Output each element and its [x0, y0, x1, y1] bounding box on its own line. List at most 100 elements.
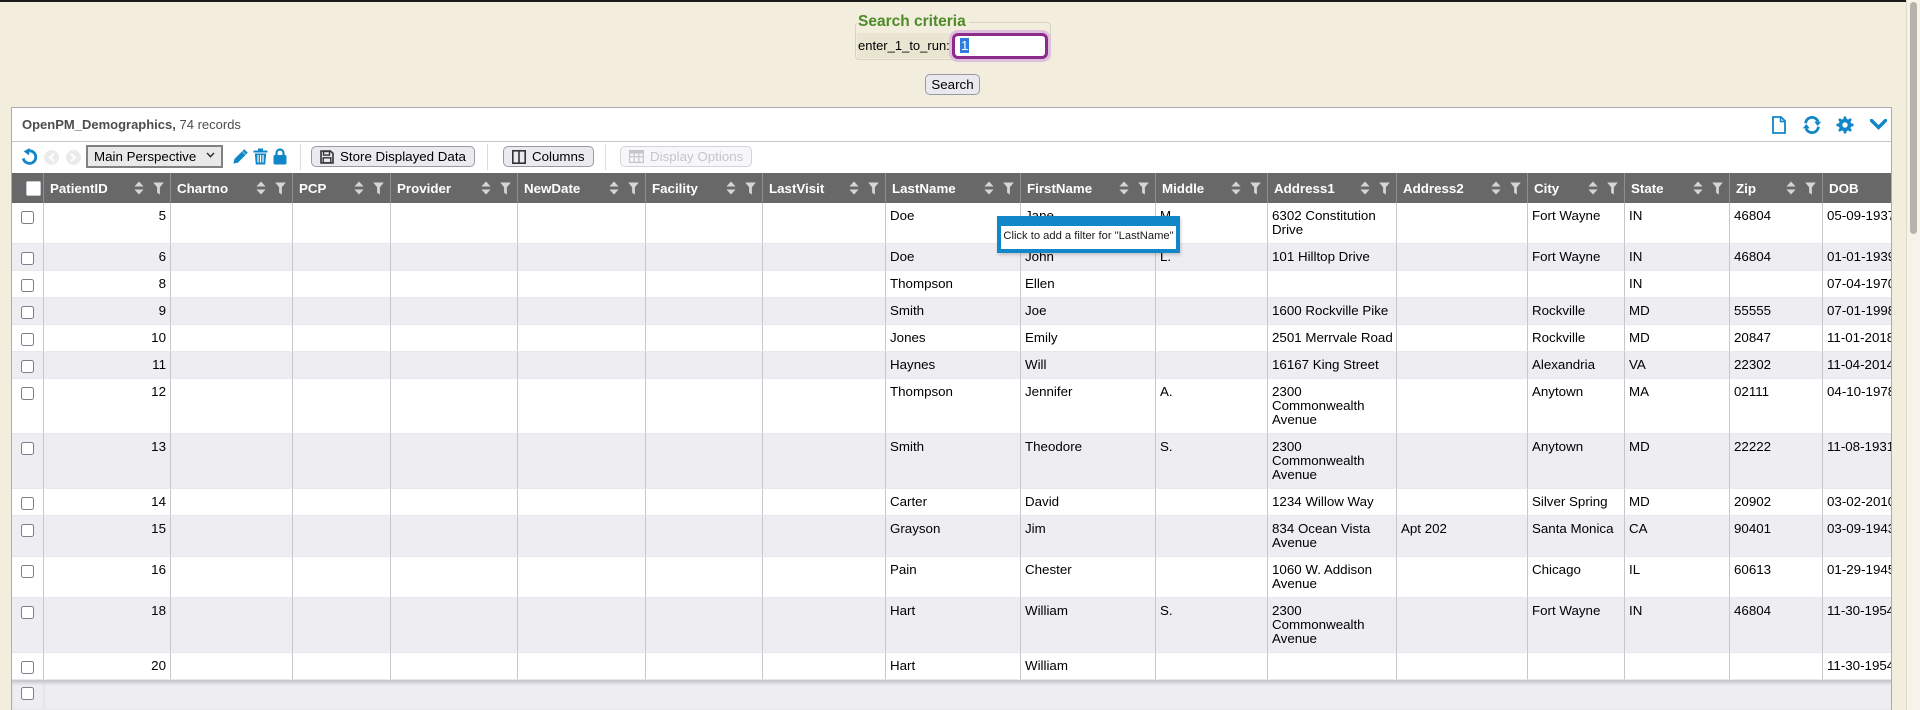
trash-icon[interactable]	[253, 148, 270, 165]
table-row[interactable]: 8ThompsonEllenIN07-04-1970	[12, 271, 1891, 298]
row-checkbox[interactable]	[21, 279, 34, 292]
sort-icon[interactable]	[1588, 182, 1598, 195]
filter-icon[interactable]	[373, 182, 384, 194]
filter-icon[interactable]	[153, 182, 164, 194]
row-checkbox[interactable]	[21, 211, 34, 224]
sort-icon[interactable]	[1786, 182, 1796, 195]
table-row[interactable]: 13SmithTheodoreS.2300 Commonwealth Avenu…	[12, 434, 1891, 489]
sort-icon[interactable]	[1360, 182, 1370, 195]
table-row[interactable]: 16PainChester1060 W. Addison AvenueChica…	[12, 557, 1891, 598]
columns-button[interactable]: Columns	[503, 146, 594, 167]
sort-icon[interactable]	[256, 182, 266, 195]
sort-icon[interactable]	[1491, 182, 1501, 195]
chevron-left-icon[interactable]	[44, 150, 59, 165]
column-header-city[interactable]: City	[1528, 173, 1625, 203]
row-checkbox[interactable]	[21, 524, 34, 537]
refresh-icon[interactable]	[1803, 116, 1821, 134]
sort-icon[interactable]	[1231, 182, 1241, 195]
column-header-address1[interactable]: Address1	[1268, 173, 1397, 203]
column-label: Address2	[1403, 181, 1464, 196]
column-header-patientid[interactable]: PatientID	[44, 173, 171, 203]
cell-address2	[1397, 352, 1528, 379]
filter-icon[interactable]	[745, 182, 756, 194]
pencil-icon[interactable]	[232, 148, 249, 165]
row-checkbox[interactable]	[21, 360, 34, 373]
filter-icon[interactable]	[1607, 182, 1618, 194]
sort-icon[interactable]	[1119, 182, 1129, 195]
sort-icon[interactable]	[1693, 182, 1703, 195]
filter-icon[interactable]	[1003, 182, 1014, 194]
column-header-firstname[interactable]: FirstName	[1021, 173, 1156, 203]
chevron-right-icon[interactable]	[66, 150, 81, 165]
filter-icon[interactable]	[868, 182, 879, 194]
row-checkbox[interactable]	[21, 565, 34, 578]
cell-patientid: 15	[44, 516, 171, 557]
search-button[interactable]: Search	[925, 74, 980, 95]
table-row[interactable]: 9SmithJoe1600 Rockville PikeRockvilleMD5…	[12, 298, 1891, 325]
row-checkbox[interactable]	[21, 252, 34, 265]
sort-icon[interactable]	[849, 182, 859, 195]
lock-icon[interactable]	[273, 148, 290, 165]
table-row[interactable]: 12ThompsonJenniferA.2300 Commonwealth Av…	[12, 379, 1891, 434]
column-header-zip[interactable]: Zip	[1730, 173, 1823, 203]
sort-icon[interactable]	[984, 182, 994, 195]
filter-icon[interactable]	[1510, 182, 1521, 194]
filter-icon[interactable]	[1138, 182, 1149, 194]
filter-icon[interactable]	[1379, 182, 1390, 194]
cell-state: MD	[1625, 298, 1730, 325]
enter-1-to-run-input[interactable]: 1	[952, 33, 1048, 59]
row-checkbox[interactable]	[21, 333, 34, 346]
vertical-scrollbar[interactable]	[1906, 0, 1920, 710]
row-checkbox[interactable]	[21, 306, 34, 319]
filter-icon[interactable]	[1712, 182, 1723, 194]
filter-icon[interactable]	[275, 182, 286, 194]
cell-patientid: 5	[44, 203, 171, 244]
column-header-address2[interactable]: Address2	[1397, 173, 1528, 203]
table-row[interactable]: 5DoeJaneM.6302 Constitution DriveFort Wa…	[12, 203, 1891, 244]
sort-icon[interactable]	[354, 182, 364, 195]
table-row[interactable]: 10JonesEmily2501 Merrvale RoadRockvilleM…	[12, 325, 1891, 352]
column-header-chartno[interactable]: Chartno	[171, 173, 293, 203]
store-displayed-data-button[interactable]: Store Displayed Data	[311, 146, 475, 167]
column-header-newdate[interactable]: NewDate	[518, 173, 646, 203]
new-document-icon[interactable]	[1770, 116, 1788, 134]
chevron-down-icon[interactable]	[1869, 116, 1887, 134]
column-header-select[interactable]	[12, 173, 44, 203]
column-header-facility[interactable]: Facility	[646, 173, 763, 203]
filter-icon[interactable]	[500, 182, 511, 194]
select-all-checkbox[interactable]	[26, 181, 41, 196]
filter-icon[interactable]	[1250, 182, 1261, 194]
row-checkbox[interactable]	[21, 387, 34, 400]
column-header-lastvisit[interactable]: LastVisit	[763, 173, 886, 203]
column-header-middle[interactable]: Middle	[1156, 173, 1268, 203]
filter-icon[interactable]	[628, 182, 639, 194]
sort-icon[interactable]	[481, 182, 491, 195]
column-header-lastname[interactable]: LastName	[886, 173, 1021, 203]
cell-city	[1528, 271, 1625, 298]
column-header-dob[interactable]: DOB	[1823, 173, 1891, 203]
table-row[interactable]: 20HartWilliam11-30-1954	[12, 653, 1891, 680]
gear-icon[interactable]	[1836, 116, 1854, 134]
table-row[interactable]: 6DoeJohnL.101 Hilltop DriveFort WayneIN4…	[12, 244, 1891, 271]
scrollbar-thumb[interactable]	[1910, 2, 1917, 234]
sort-icon[interactable]	[134, 182, 144, 195]
cell-provider	[391, 653, 518, 680]
row-checkbox[interactable]	[21, 661, 34, 674]
cell-facility	[646, 352, 763, 379]
table-row[interactable]: 15GraysonJim834 Ocean Vista AvenueApt 20…	[12, 516, 1891, 557]
row-checkbox[interactable]	[21, 606, 34, 619]
row-checkbox[interactable]	[21, 442, 34, 455]
column-header-provider[interactable]: Provider	[391, 173, 518, 203]
table-row[interactable]: 18HartWilliamS.2300 Commonwealth AvenueF…	[12, 598, 1891, 653]
column-header-pcp[interactable]: PCP	[293, 173, 391, 203]
column-header-state[interactable]: State	[1625, 173, 1730, 203]
table-row[interactable]: 11HaynesWill16167 King StreetAlexandriaV…	[12, 352, 1891, 379]
undo-icon[interactable]	[20, 148, 38, 166]
row-checkbox[interactable]	[21, 687, 34, 700]
row-checkbox[interactable]	[21, 497, 34, 510]
sort-icon[interactable]	[726, 182, 736, 195]
perspective-select[interactable]: Main Perspective	[86, 145, 223, 168]
table-row[interactable]: 14CarterDavid1234 Willow WaySilver Sprin…	[12, 489, 1891, 516]
sort-icon[interactable]	[609, 182, 619, 195]
filter-icon[interactable]	[1805, 182, 1816, 194]
